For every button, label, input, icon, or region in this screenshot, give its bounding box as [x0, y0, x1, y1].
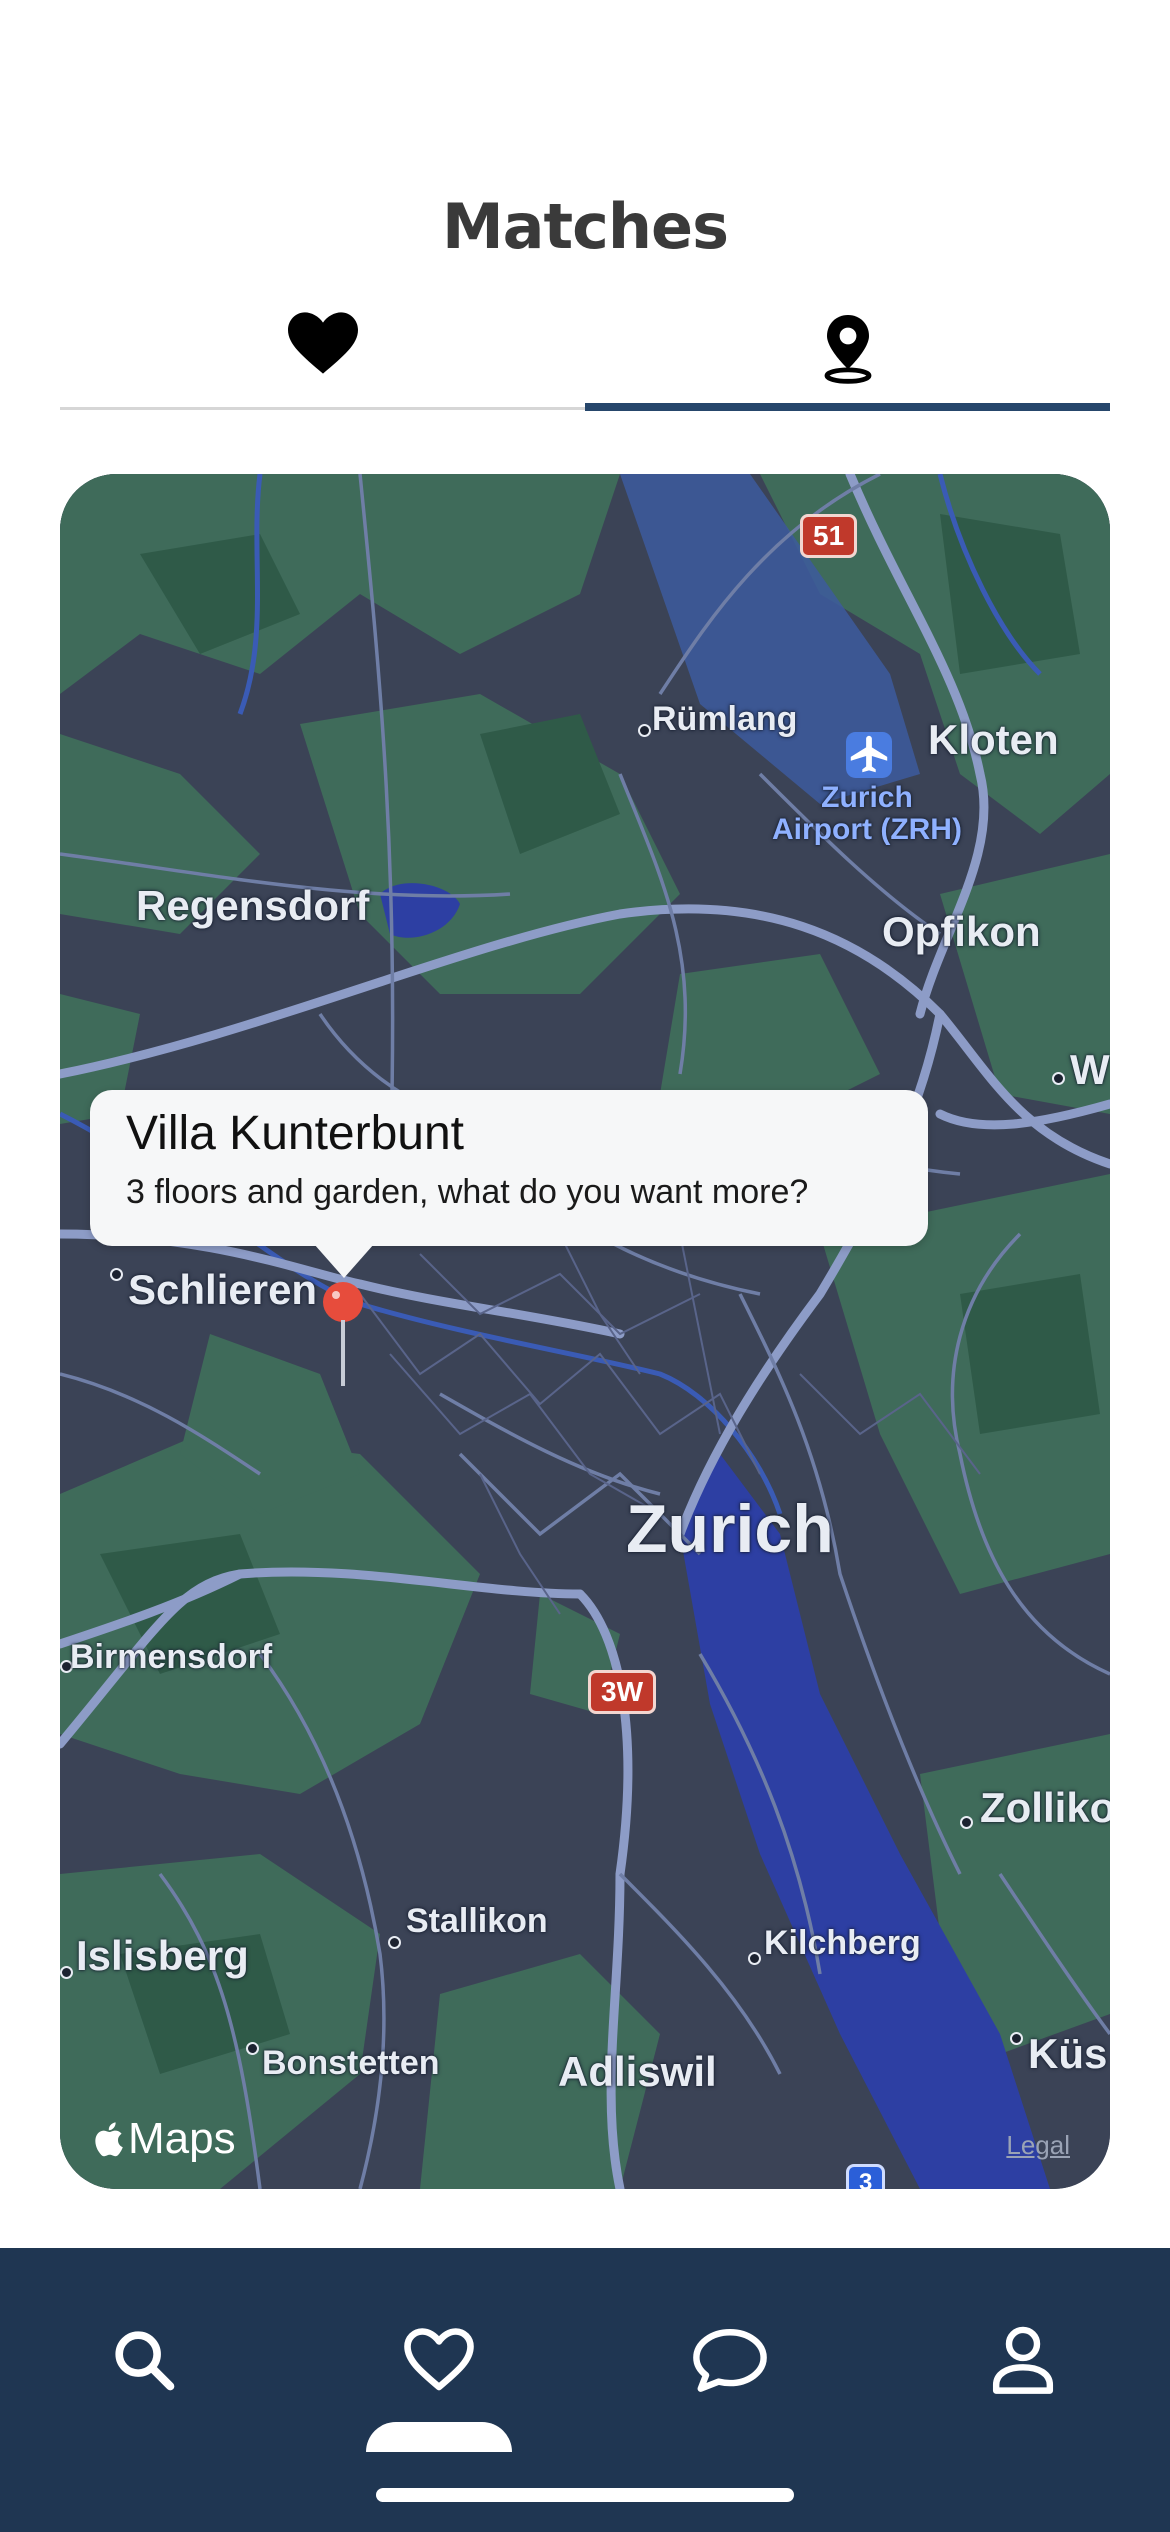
map-pin-marker[interactable] [323, 1282, 363, 1322]
callout-title: Villa Kunterbunt [126, 1107, 465, 1160]
map-label-airport: Zurich Airport (ZRH) [772, 781, 962, 846]
place-marker [638, 724, 651, 737]
highway-shield-3w: 3W [588, 1670, 656, 1714]
tab-profile[interactable] [963, 2300, 1083, 2420]
tab-search[interactable] [84, 2300, 204, 2420]
chat-bubble-icon [693, 2329, 767, 2392]
person-icon [992, 2326, 1054, 2394]
highway-shield-3: 3 [846, 2164, 886, 2189]
listing-callout[interactable]: Villa Kunterbunt 3 floors and garden, wh… [90, 1090, 928, 1246]
place-marker [246, 2042, 259, 2055]
place-marker [388, 1936, 401, 1949]
page-title: Matches [441, 190, 729, 263]
tab-map[interactable] [585, 300, 1110, 415]
callout-subtitle: 3 floors and garden, what do you want mo… [126, 1173, 809, 1211]
tab-matches[interactable] [379, 2300, 499, 2420]
map-label-rumlang: Rümlang [652, 700, 798, 738]
legal-link[interactable]: Legal [1006, 2130, 1070, 2161]
map-view[interactable]: 51 3W 3 Zurich Airport (ZRH) Rümlang Klo… [60, 474, 1110, 2189]
map-label-schlieren: Schlieren [128, 1266, 318, 1313]
map-label-regensdorf: Regensdorf [136, 882, 370, 929]
airport-icon [846, 732, 892, 778]
tab-liked[interactable] [60, 300, 585, 415]
segment-active-indicator [585, 403, 1110, 411]
map-pin-stick [341, 1320, 345, 1386]
tab-selected-indicator [366, 2422, 512, 2452]
map-label-kusnacht: Küs [1028, 2030, 1108, 2077]
map-label-opfikon: Opfikon [882, 908, 1041, 955]
highway-shield-51: 51 [800, 514, 858, 558]
map-label-adliswil: Adliswil [558, 2048, 717, 2095]
map-label-islisberg: Islisberg [76, 1932, 249, 1979]
place-marker [1052, 1072, 1065, 1085]
map-pin-icon [824, 315, 871, 384]
map-label-bonstetten: Bonstetten [262, 2044, 440, 2082]
maps-attribution-text: Maps [128, 2114, 236, 2163]
heart-icon [287, 312, 358, 374]
map-label-kloten: Kloten [928, 716, 1059, 763]
map-label-wallisellen: W [1070, 1046, 1110, 1093]
home-indicator [376, 2488, 794, 2502]
map-label-zurich: Zurich [626, 1491, 834, 1567]
place-marker [110, 1268, 123, 1281]
segment-control [60, 300, 1110, 415]
map-label-zollikon: Zolliko [980, 1784, 1110, 1831]
place-marker [748, 1952, 761, 1965]
place-marker [60, 1966, 73, 1979]
tab-chat[interactable] [670, 2300, 790, 2420]
callout-arrow [314, 1244, 374, 1278]
search-icon [115, 2331, 175, 2391]
place-marker [1010, 2032, 1023, 2045]
apple-logo-icon [95, 2122, 123, 2157]
heart-outline-icon [404, 2328, 474, 2391]
map-label-stallikon: Stallikon [406, 1902, 548, 1940]
place-marker [960, 1816, 973, 1829]
maps-attribution: Maps [90, 2114, 236, 2164]
map-label-kilchberg: Kilchberg [764, 1924, 921, 1962]
map-label-birmensdorf: Birmensdorf [70, 1638, 273, 1676]
